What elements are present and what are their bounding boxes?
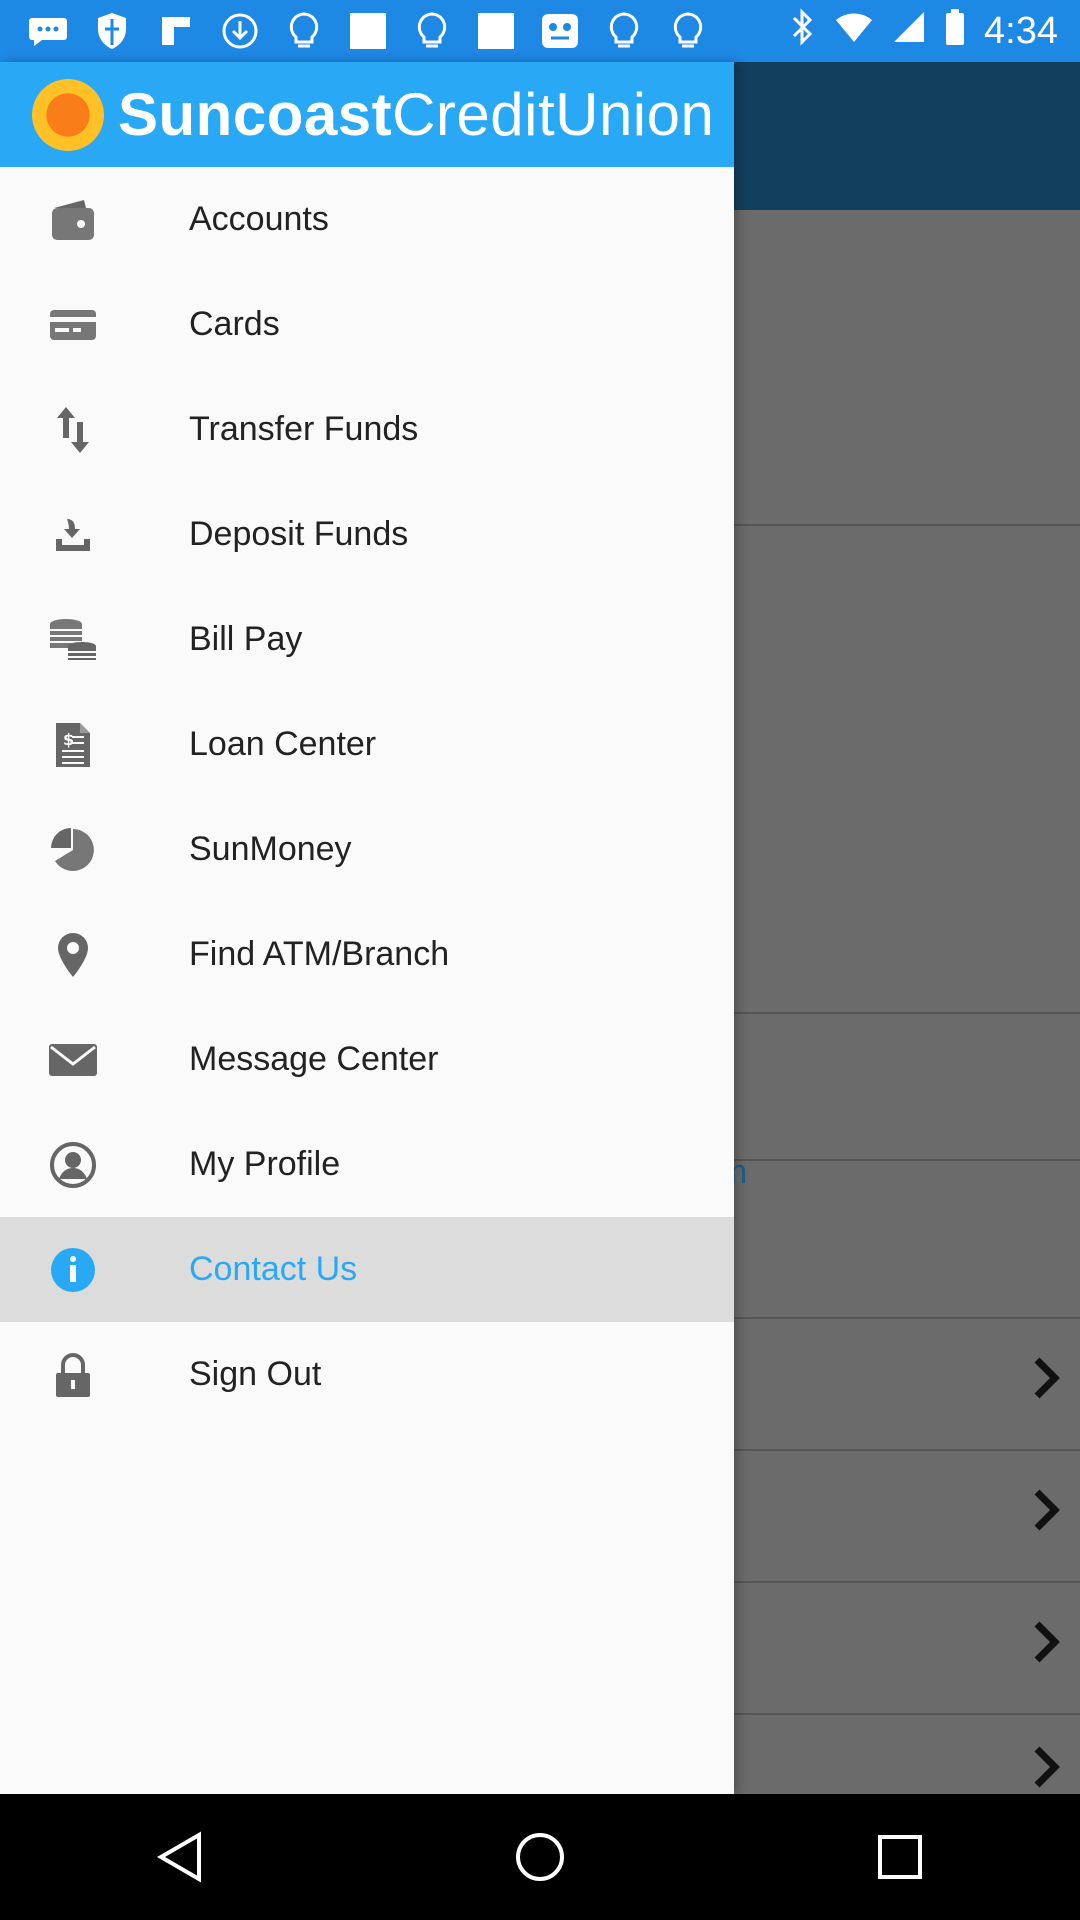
menu-item-label: Deposit Funds bbox=[189, 515, 409, 553]
menu-item-contact-us[interactable]: Contact Us bbox=[0, 1217, 734, 1322]
menu-item-sign-out[interactable]: Sign Out bbox=[0, 1322, 734, 1427]
menu-item-find-atm-branch[interactable]: Find ATM/Branch bbox=[0, 902, 734, 1007]
menu-item-loan-center[interactable]: $ Loan Center bbox=[0, 692, 734, 797]
menu-item-label: Transfer Funds bbox=[189, 410, 419, 448]
chevron-right-icon[interactable] bbox=[1026, 1485, 1066, 1535]
recents-button[interactable] bbox=[850, 1807, 950, 1907]
location-pin-icon bbox=[48, 930, 98, 980]
menu-item-my-profile[interactable]: My Profile bbox=[0, 1112, 734, 1217]
lightbulb-icon bbox=[602, 9, 646, 53]
envelope-icon bbox=[48, 1035, 98, 1085]
menu-item-label: Contact Us bbox=[189, 1250, 358, 1288]
menu-item-cards[interactable]: Cards bbox=[0, 272, 734, 377]
status-bar: 4:34 bbox=[0, 0, 1080, 62]
info-circle-icon bbox=[48, 1245, 98, 1295]
lightbulb-icon bbox=[410, 9, 454, 53]
menu-item-label: Accounts bbox=[189, 200, 329, 238]
document-dollar-icon: $ bbox=[48, 720, 98, 770]
logo-text-bold: Suncoast bbox=[118, 81, 393, 148]
chevron-right-icon[interactable] bbox=[1026, 1742, 1066, 1792]
status-time: 4:34 bbox=[984, 9, 1058, 52]
padlock-icon bbox=[48, 1350, 98, 1400]
suncoast-logo-icon bbox=[32, 78, 104, 151]
coins-stack-icon bbox=[48, 615, 98, 665]
menu-item-deposit-funds[interactable]: Deposit Funds bbox=[0, 482, 734, 587]
white-square-icon bbox=[474, 9, 518, 53]
bluetooth-icon bbox=[790, 8, 816, 54]
wallet-icon bbox=[48, 195, 98, 245]
menu-item-label: Find ATM/Branch bbox=[189, 935, 450, 973]
chevron-right-icon[interactable] bbox=[1026, 1617, 1066, 1667]
drawer-menu: Accounts Cards Transfer Funds Deposit Fu… bbox=[0, 167, 734, 1427]
menu-item-label: SunMoney bbox=[189, 830, 352, 868]
face-app-icon bbox=[538, 9, 582, 53]
menu-item-bill-pay[interactable]: Bill Pay bbox=[0, 587, 734, 692]
chevron-right-icon[interactable] bbox=[1026, 1353, 1066, 1403]
notification-icons bbox=[0, 9, 710, 53]
wifi-icon bbox=[834, 10, 874, 52]
back-button[interactable] bbox=[130, 1807, 230, 1907]
menu-item-label: Sign Out bbox=[189, 1355, 322, 1393]
menu-item-label: Loan Center bbox=[189, 725, 377, 763]
menu-item-transfer-funds[interactable]: Transfer Funds bbox=[0, 377, 734, 482]
menu-item-sunmoney[interactable]: SunMoney bbox=[0, 797, 734, 902]
menu-item-label: Cards bbox=[189, 305, 280, 343]
system-navigation-bar bbox=[0, 1794, 1080, 1920]
menu-item-message-center[interactable]: Message Center bbox=[0, 1007, 734, 1112]
navigation-drawer: SuncoastCreditUnion Accounts Cards Trans… bbox=[0, 62, 734, 1794]
lightbulb-icon bbox=[666, 9, 710, 53]
white-square-icon bbox=[346, 9, 390, 53]
menu-item-label: Message Center bbox=[189, 1040, 439, 1078]
transfer-arrows-icon bbox=[48, 405, 98, 455]
shield-icon bbox=[90, 9, 134, 53]
logo-text-light: CreditUnion bbox=[392, 81, 715, 148]
profile-circle-icon bbox=[48, 1140, 98, 1190]
menu-item-label: My Profile bbox=[189, 1145, 341, 1183]
deposit-tray-icon bbox=[48, 510, 98, 560]
credit-card-icon bbox=[48, 300, 98, 350]
download-icon bbox=[218, 9, 262, 53]
suncoast-logo-text: SuncoastCreditUnion bbox=[118, 80, 714, 149]
home-button[interactable] bbox=[490, 1807, 590, 1907]
pie-chart-icon bbox=[48, 825, 98, 875]
menu-item-accounts[interactable]: Accounts bbox=[0, 167, 734, 272]
signal-icon bbox=[892, 10, 926, 52]
svg-text:$: $ bbox=[63, 730, 74, 749]
flipboard-icon bbox=[154, 9, 198, 53]
lightbulb-icon bbox=[282, 9, 326, 53]
drawer-header: SuncoastCreditUnion bbox=[0, 62, 734, 167]
chat-bubble-icon bbox=[26, 9, 70, 53]
battery-icon bbox=[944, 8, 966, 54]
menu-item-label: Bill Pay bbox=[189, 620, 303, 658]
